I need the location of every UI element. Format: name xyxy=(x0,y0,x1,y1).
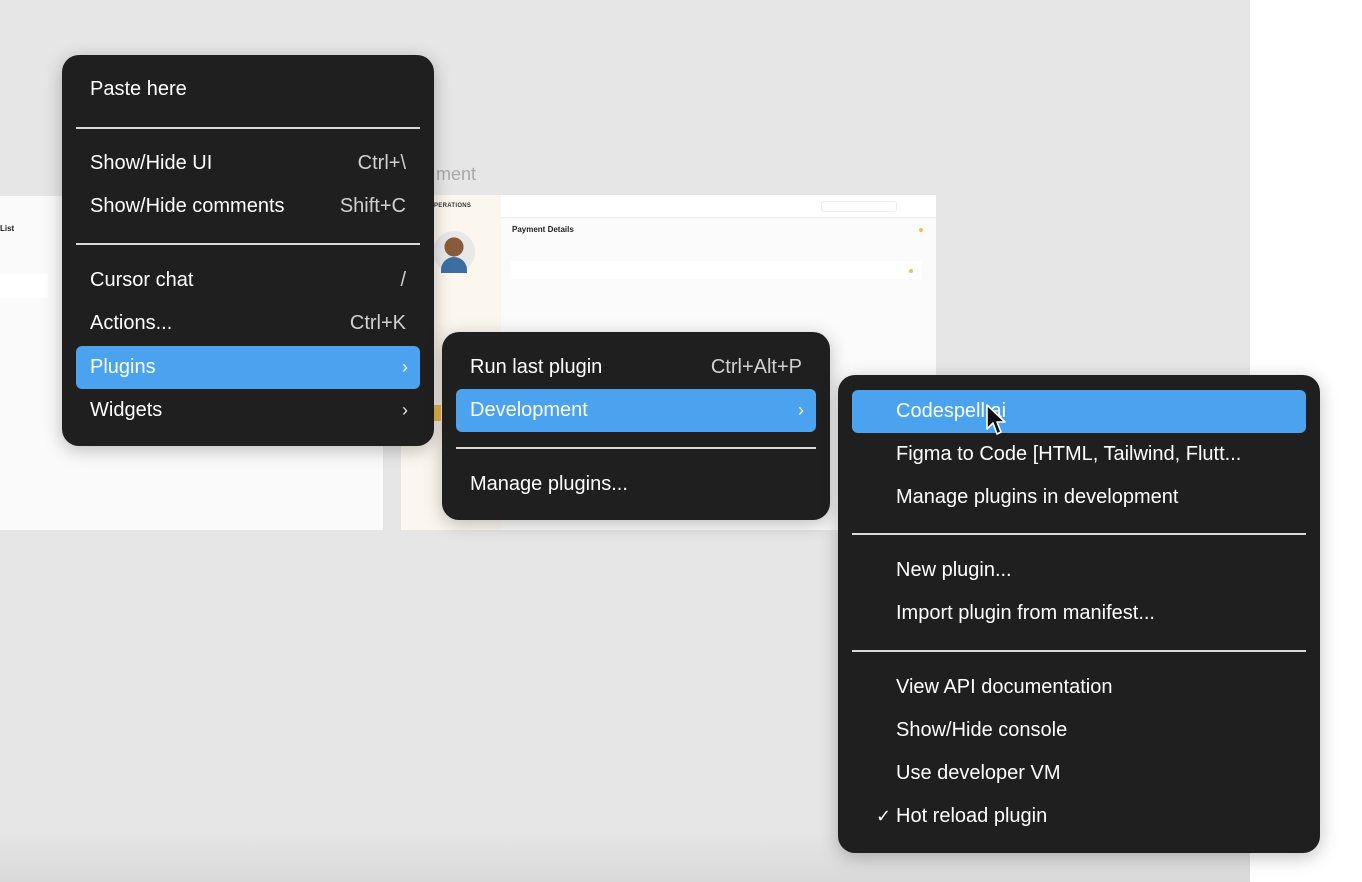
menu-item-codespell-ai[interactable]: Codespell.ai xyxy=(852,390,1306,433)
menu-separator xyxy=(852,650,1306,652)
chevron-right-icon: › xyxy=(402,400,408,420)
menu-item-label: Paste here xyxy=(90,78,187,100)
chevron-right-icon: › xyxy=(402,357,408,377)
development-submenu: Codespell.ai Figma to Code [HTML, Tailwi… xyxy=(838,375,1320,853)
menu-item-shortcut: Shift+C xyxy=(339,195,406,217)
menu-item-label: New plugin... xyxy=(896,559,1012,581)
menu-item-manage-plugins-in-development[interactable]: Manage plugins in development xyxy=(852,476,1306,519)
menu-item-label: Development xyxy=(470,399,588,421)
menu-item-label: Show/Hide console xyxy=(896,719,1068,741)
menu-item-label: Show/Hide UI xyxy=(90,152,213,174)
menu-item-label: Figma to Code [HTML, Tailwind, Flutt... xyxy=(896,443,1242,465)
avatar xyxy=(433,231,475,273)
menu-item-label: Widgets xyxy=(90,399,163,421)
menu-item-label: Plugins xyxy=(90,356,156,378)
menu-separator xyxy=(76,243,420,245)
chevron-right-icon: › xyxy=(798,400,804,420)
menu-item-label: Actions... xyxy=(90,312,173,334)
status-dot xyxy=(909,269,913,273)
menu-item-show-hide-ui[interactable]: Show/Hide UI Ctrl+\ xyxy=(76,142,420,185)
menu-item-figma-to-code[interactable]: Figma to Code [HTML, Tailwind, Flutt... xyxy=(852,433,1306,476)
frame-topbar xyxy=(501,195,936,218)
menu-separator xyxy=(76,127,420,129)
context-menu: Paste here Show/Hide UI Ctrl+\ Show/Hide… xyxy=(62,55,434,446)
payment-details-title: Payment Details xyxy=(512,225,574,234)
checkmark-icon: ✓ xyxy=(876,806,892,826)
menu-item-label: Manage plugins... xyxy=(470,473,628,495)
menu-item-view-api-documentation[interactable]: View API documentation xyxy=(852,666,1306,709)
menu-item-development[interactable]: Development › xyxy=(456,389,816,432)
menu-item-label: Import plugin from manifest... xyxy=(896,602,1155,624)
menu-separator xyxy=(456,447,816,449)
menu-item-use-developer-vm[interactable]: Use developer VM xyxy=(852,752,1306,795)
menu-item-paste-here[interactable]: Paste here xyxy=(76,68,420,111)
menu-item-shortcut: Ctrl+K xyxy=(349,312,406,334)
menu-item-label: Hot reload plugin xyxy=(896,805,1048,827)
menu-item-shortcut: Ctrl+Alt+P xyxy=(710,356,802,378)
menu-item-plugins[interactable]: Plugins › xyxy=(76,346,420,389)
menu-item-manage-plugins[interactable]: Manage plugins... xyxy=(456,463,816,506)
frame-left-card xyxy=(0,274,48,298)
menu-item-shortcut: Ctrl+\ xyxy=(357,152,406,174)
menu-item-hot-reload-plugin[interactable]: ✓ Hot reload plugin xyxy=(852,795,1306,838)
menu-item-import-plugin-from-manifest[interactable]: Import plugin from manifest... xyxy=(852,592,1306,635)
menu-item-label: Use developer VM xyxy=(896,762,1061,784)
menu-item-show-hide-console[interactable]: Show/Hide console xyxy=(852,709,1306,752)
menu-item-show-hide-comments[interactable]: Show/Hide comments Shift+C xyxy=(76,185,420,228)
menu-item-label: Run last plugin xyxy=(470,356,603,378)
frame-right-label[interactable]: ment xyxy=(436,164,476,185)
menu-item-label: Cursor chat xyxy=(90,269,194,291)
menu-item-cursor-chat[interactable]: Cursor chat / xyxy=(76,259,420,302)
menu-item-widgets[interactable]: Widgets › xyxy=(76,389,420,432)
payment-table-row xyxy=(510,261,922,279)
menu-item-new-plugin[interactable]: New plugin... xyxy=(852,549,1306,592)
status-dot xyxy=(919,228,923,232)
menu-item-shortcut: / xyxy=(400,269,406,291)
menu-item-label: Manage plugins in development xyxy=(896,486,1179,508)
pointer-cursor-icon xyxy=(986,404,1006,435)
menu-item-label: View API documentation xyxy=(896,676,1113,698)
menu-item-run-last-plugin[interactable]: Run last plugin Ctrl+Alt+P xyxy=(456,346,816,389)
frame-sidebar-title: OPERATIONS xyxy=(429,203,472,209)
menu-item-label: Show/Hide comments xyxy=(90,195,285,217)
plugins-submenu: Run last plugin Ctrl+Alt+P Development ›… xyxy=(442,332,830,520)
frame-search-field xyxy=(821,201,897,212)
frame-left-title: List xyxy=(0,224,15,233)
menu-separator xyxy=(852,533,1306,535)
menu-item-actions[interactable]: Actions... Ctrl+K xyxy=(76,302,420,345)
